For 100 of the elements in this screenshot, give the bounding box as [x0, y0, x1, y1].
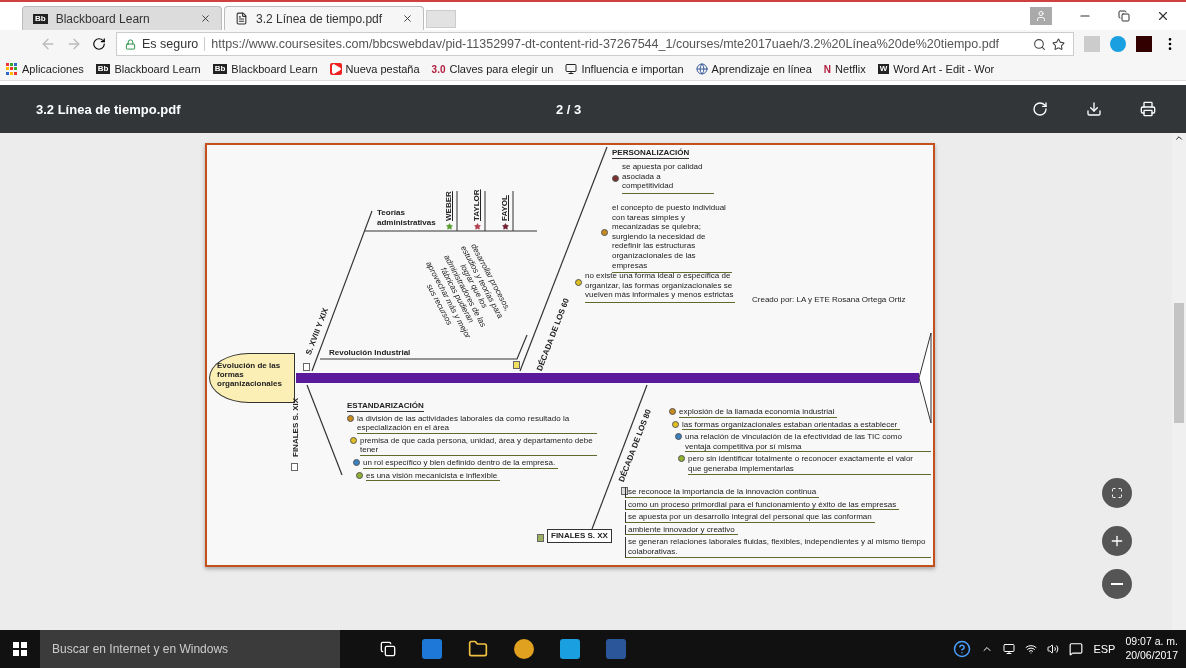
star-icon [474, 223, 481, 230]
restore-icon[interactable] [1118, 10, 1130, 22]
point-text: no existe una forma ideal o específica de organizar, las formas organizacionales se vuelven más informales y menos estrictas [585, 271, 735, 303]
notifications-icon[interactable] [1069, 642, 1084, 656]
note-icon [537, 534, 544, 542]
branch-label: PERSONALIZACIÓN [612, 148, 690, 159]
bullet-icon [678, 455, 685, 463]
point-text: como un proceso primordial para el funcionamiento y éxito de las empresas [625, 499, 900, 511]
clock[interactable]: 09:07 a. m. 20/06/2017 [1125, 635, 1178, 663]
note-icon [621, 487, 628, 495]
credit-text: Creado por: LA y ETE Rosana Ortega Ortiz [752, 295, 906, 305]
address-bar[interactable]: Es seguro https://www.coursesites.com/bbcswebdav/pid-11352997-dt-content-rid-37267544_1/courses/mte2017uaeh/3.2%20Línea%20de%20tiempo.pdf [116, 32, 1074, 56]
branch-label: ESTANDARIZACIÓN [347, 401, 424, 412]
bookmark-link[interactable]: Blackboard Learn [114, 63, 201, 75]
point-text: pero sin identificar totalmente o reconocer exactamente el valor que generaba implementarlas [688, 454, 931, 475]
page-indicator: 2 / 3 [556, 101, 582, 117]
point-text: se apuesta por calidad asociada a competitividad [622, 162, 714, 194]
bullet-icon [347, 414, 354, 422]
point-text: un rol específico y bien definido dentro de la empresa. [363, 457, 559, 469]
bullet-icon [675, 433, 682, 441]
document-icon [235, 12, 248, 25]
document-title: 3.2 Línea de tiempo.pdf [36, 101, 182, 117]
bullet-icon [356, 471, 363, 479]
close-icon[interactable] [1156, 9, 1170, 23]
download-icon[interactable] [1086, 101, 1102, 117]
browser-tab[interactable]: Bb Blackboard Learn [22, 6, 222, 30]
folder-icon[interactable] [468, 639, 488, 659]
globe-icon [695, 63, 708, 75]
bullet-icon [575, 279, 582, 286]
lock-icon [125, 38, 136, 50]
site-logo-icon: Bb [33, 13, 48, 24]
note-icon [303, 363, 310, 371]
bullet-icon [350, 436, 357, 444]
point-text: se apuesta por un desarrollo integral del personal que las conforman [625, 512, 875, 523]
author-label: TAYLOR [472, 189, 482, 221]
point-text: se reconoce la importancia de la innovación continua [625, 487, 820, 498]
point-text: ambiente innovador y creativo [625, 524, 738, 536]
scroll-up-icon[interactable] [1174, 133, 1184, 143]
bullet-icon [353, 458, 360, 466]
print-icon[interactable] [1140, 101, 1156, 117]
point-text: la división de las actividades laborales da como resultado la especialización en el área [357, 413, 597, 434]
point-text: una relación de vinculación de la efectividad de las TIC como ventaja competitiva por sí misma [685, 432, 931, 453]
point-text: el concepto de puesto individual con tareas simples y mecanizadas se quiebra; surgiendo la necesidad de redefinir las estructuras organizacionales de las empresas [612, 203, 732, 274]
search-field[interactable]: Buscar en Internet y en Windows [40, 630, 340, 668]
bullet-icon [612, 175, 619, 182]
video-icon [329, 63, 342, 75]
zoom-icon[interactable] [1033, 37, 1046, 51]
bookmark-link[interactable]: Word Art - Edit - Wor [893, 63, 995, 75]
bookmark-link[interactable]: Aprendizaje en línea [711, 63, 812, 75]
bookmark-link[interactable]: Aplicaciones [22, 63, 84, 75]
point-text: es una visión mecanicista e inflexible [366, 470, 501, 482]
close-icon[interactable] [402, 13, 413, 24]
wifi-icon[interactable] [1025, 643, 1038, 655]
bone-label: FINALES S. XX [547, 529, 612, 543]
site-logo-icon: N [823, 63, 832, 75]
site-logo-icon: W [877, 64, 890, 74]
scrollbar-thumb[interactable] [1174, 303, 1184, 423]
point-text: explosión de la llamada economía industrial [679, 407, 838, 418]
rotate-icon[interactable] [1032, 101, 1048, 117]
minus-icon [1111, 583, 1123, 585]
star-icon [502, 223, 509, 230]
branch-label: Revolución Industrial [329, 348, 411, 358]
point-text: premisa de que cada persona, unidad, área y departamento debe tener [360, 435, 597, 456]
diagram-title: Evolución de las formas organizacionales [209, 353, 295, 403]
bookmark-star-icon[interactable] [1052, 37, 1065, 51]
language-indicator[interactable]: ESP [1093, 643, 1116, 655]
point-text: se generan relaciones laborales fluidas, flexibles, independientes y al mismo tiempo colaborativas. [625, 537, 931, 558]
fit-page-button[interactable] [1102, 478, 1132, 508]
note-icon [291, 463, 298, 471]
site-logo-icon: 3.0 [431, 63, 446, 75]
site-logo-icon: Bb [212, 64, 228, 74]
task-view-icon[interactable] [380, 641, 396, 657]
bookmark-link[interactable]: Netflix [835, 63, 866, 75]
bookmark-link[interactable]: Claves para elegir un [449, 63, 554, 75]
bookmark-link[interactable]: Blackboard Learn [231, 63, 318, 75]
help-icon[interactable] [953, 640, 972, 658]
site-logo-icon: Bb [95, 64, 111, 74]
reload-icon[interactable] [92, 37, 106, 51]
note-icon [513, 361, 520, 369]
bullet-icon [601, 229, 608, 236]
close-icon[interactable] [200, 13, 211, 24]
fit-page-icon [1111, 487, 1123, 499]
apps-icon [6, 63, 18, 75]
point-text: las formas organizacionales estaban orientadas a establecer [682, 419, 901, 431]
user-icon [1035, 10, 1047, 22]
network-icon[interactable] [1003, 643, 1016, 655]
windows-logo-icon[interactable] [13, 642, 27, 656]
bookmark-link[interactable]: Nueva pestaña [345, 63, 420, 75]
zoom-in-button[interactable] [1102, 526, 1132, 556]
browser-tab[interactable]: 3.2 Línea de tiempo.pdf [224, 6, 424, 30]
volume-icon[interactable] [1047, 643, 1060, 655]
bookmark-link[interactable]: Influencia e importan [581, 63, 684, 75]
author-label: WEBER [444, 191, 454, 221]
zoom-out-button[interactable] [1102, 569, 1132, 599]
bullet-icon [669, 408, 676, 415]
bullet-icon [672, 420, 679, 428]
star-icon [446, 223, 453, 230]
plus-icon [1109, 533, 1125, 549]
author-label: FAYOL [500, 195, 510, 221]
scrollbar[interactable] [1172, 133, 1186, 630]
